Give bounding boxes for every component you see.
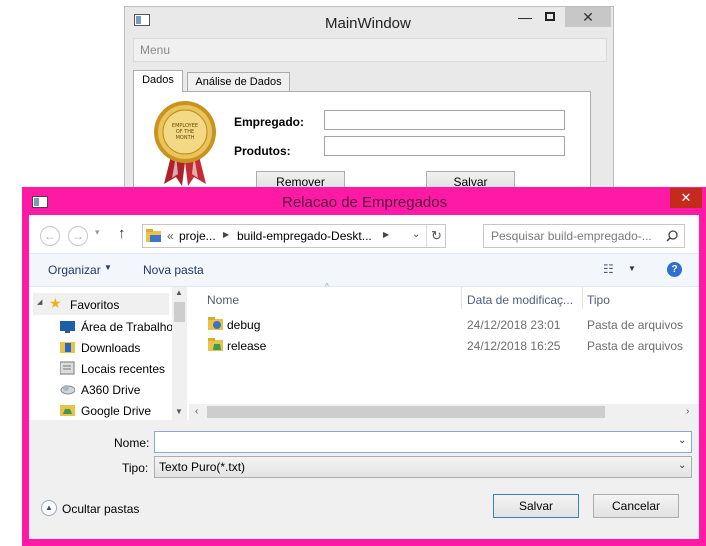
refresh-icon[interactable]: ↻ [431, 228, 442, 244]
nav-item-downloads[interactable]: Downloads [81, 341, 140, 355]
dialog-save-button[interactable]: Salvar [493, 494, 579, 518]
file-name[interactable]: release [227, 339, 266, 353]
nav-item-google-drive[interactable]: Google Drive [81, 404, 151, 418]
tab-dados[interactable]: Dados [133, 70, 183, 92]
minimize-button[interactable]: — [510, 9, 540, 25]
folder-icon [208, 338, 224, 355]
organize-chevron-icon[interactable]: ▼ [104, 263, 112, 272]
main-window: MainWindow — ✕ Menu Dados Análise de Dad… [124, 6, 614, 201]
star-icon: ★ [49, 295, 62, 311]
scroll-down-icon[interactable]: ▼ [175, 407, 183, 416]
view-chevron-icon[interactable]: ▼ [628, 264, 636, 273]
save-options-area: Nome: ⌄ Tipo: Texto Puro(*.txt) ⌄ ▲ Ocul… [29, 420, 699, 539]
scroll-up-icon[interactable]: ▲ [175, 288, 183, 297]
favorites-label[interactable]: Favoritos [70, 298, 119, 312]
column-header-name[interactable]: Nome [207, 293, 239, 307]
filename-input[interactable]: ⌄ [154, 431, 692, 453]
breadcrumb-overflow[interactable]: « [167, 229, 174, 243]
file-list: ^ Nome Data de modificaç... Tipo debug 2… [189, 282, 699, 420]
dialog-title: Relacao de Empregados [282, 194, 448, 211]
hide-folders-link[interactable]: Ocultar pastas [62, 502, 139, 516]
search-icon[interactable] [666, 230, 678, 245]
menu-bar: Menu [133, 38, 607, 62]
nav-item-recent[interactable]: Locais recentes [81, 362, 165, 376]
folder-icon [208, 317, 224, 334]
favorites-collapse-icon[interactable]: ◢ [37, 298, 42, 306]
file-row[interactable]: release 24/12/2018 16:25 Pasta de arquiv… [189, 335, 699, 356]
nav-item-desktop[interactable]: Área de Trabalho [81, 320, 173, 334]
file-modified: 24/12/2018 16:25 [467, 339, 561, 353]
employee-input[interactable] [324, 110, 565, 130]
file-row[interactable]: debug 24/12/2018 23:01 Pasta de arquivos [189, 314, 699, 335]
file-list-scrollbar-thumb[interactable] [207, 406, 605, 418]
scroll-left-icon[interactable]: ‹ [195, 406, 198, 417]
window-title: MainWindow [325, 15, 411, 32]
column-divider[interactable] [582, 287, 583, 309]
tab-panel: EMPLOYEE OF THE MONTH Empregado: Produto… [133, 91, 591, 201]
filetype-select[interactable]: Texto Puro(*.txt) ⌄ [154, 456, 692, 478]
divider [426, 225, 427, 247]
column-divider[interactable] [461, 287, 462, 309]
menu-item[interactable]: Menu [140, 43, 170, 57]
breadcrumb-item[interactable]: build-empregado-Deskt... [237, 229, 372, 243]
forward-button[interactable]: → [68, 226, 88, 246]
tab-analise-de-dados[interactable]: Análise de Dados [187, 72, 290, 92]
breadcrumb-item[interactable]: proje... [179, 229, 216, 243]
nav-item-a360[interactable]: A360 Drive [81, 383, 140, 397]
cloud-drive-icon [60, 383, 76, 398]
file-name[interactable]: debug [227, 318, 260, 332]
address-bar[interactable]: « proje... ▶ build-empregado-Deskt... ▶ … [142, 224, 446, 248]
nav-scrollbar-thumb[interactable] [174, 302, 185, 322]
downloads-folder-icon [60, 340, 75, 357]
dialog-app-icon [32, 196, 48, 211]
filetype-dropdown-icon[interactable]: ⌄ [678, 460, 686, 471]
recent-places-icon [59, 361, 75, 378]
filename-label: Nome: [114, 436, 150, 450]
recent-locations-chevron-icon[interactable]: ▾ [95, 227, 100, 238]
file-list-scrollbar[interactable]: ‹ › [189, 404, 699, 420]
help-icon[interactable]: ? [667, 262, 682, 277]
nav-scrollbar[interactable]: ▲ ▼ [172, 287, 187, 420]
navigation-pane: ◢ ★ Favoritos Área de Trabalho Downloads… [29, 287, 189, 420]
dialog-cancel-button[interactable]: Cancelar [593, 494, 679, 518]
breadcrumb-separator-icon[interactable]: ▶ [383, 230, 389, 239]
products-input[interactable] [324, 136, 565, 156]
folder-icon [146, 229, 162, 246]
breadcrumb-separator-icon[interactable]: ▶ [223, 230, 229, 239]
new-folder-button[interactable]: Nova pasta [143, 263, 204, 277]
search-input[interactable]: Pesquisar build-empregado-... [491, 229, 652, 243]
view-options-icon[interactable]: ☷ [603, 262, 614, 276]
desktop-icon [60, 321, 75, 336]
svg-text:MONTH: MONTH [176, 135, 195, 141]
filetype-label: Tipo: [122, 461, 149, 475]
maximize-button[interactable] [545, 12, 555, 21]
hide-folders-icon[interactable]: ▲ [41, 500, 57, 516]
scroll-right-icon[interactable]: › [686, 406, 689, 417]
save-dialog: Relacao de Empregados ✕ ← → ▾ ↑ « proje.… [22, 187, 706, 546]
back-button[interactable]: ← [40, 226, 60, 246]
filename-dropdown-icon[interactable]: ⌄ [678, 435, 686, 446]
employee-label: Empregado: [234, 115, 305, 129]
file-modified: 24/12/2018 23:01 [467, 318, 561, 332]
up-arrow-icon[interactable]: ↑ [118, 225, 126, 242]
column-header-modified[interactable]: Data de modificaç... [467, 293, 573, 307]
app-icon [134, 14, 150, 29]
products-label: Produtos: [234, 144, 291, 158]
close-button[interactable]: ✕ [565, 7, 611, 27]
employee-badge-image: EMPLOYEE OF THE MONTH [152, 100, 218, 189]
dialog-close-button[interactable]: ✕ [670, 188, 702, 208]
file-type: Pasta de arquivos [587, 318, 684, 332]
address-dropdown-icon[interactable]: ⌄ [412, 229, 420, 240]
sort-ascending-icon: ^ [325, 282, 329, 291]
filetype-value: Texto Puro(*.txt) [159, 460, 246, 474]
file-type: Pasta de arquivos [587, 339, 684, 353]
organize-menu[interactable]: Organizar [48, 263, 101, 277]
column-header-type[interactable]: Tipo [587, 293, 610, 307]
google-drive-icon [60, 403, 75, 420]
search-box[interactable]: Pesquisar build-empregado-... [483, 224, 685, 248]
command-bar: Organizar ▼ Nova pasta ☷ ▼ ? [29, 253, 699, 287]
dialog-body: ← → ▾ ↑ « proje... ▶ build-empregado-Des… [29, 215, 699, 539]
